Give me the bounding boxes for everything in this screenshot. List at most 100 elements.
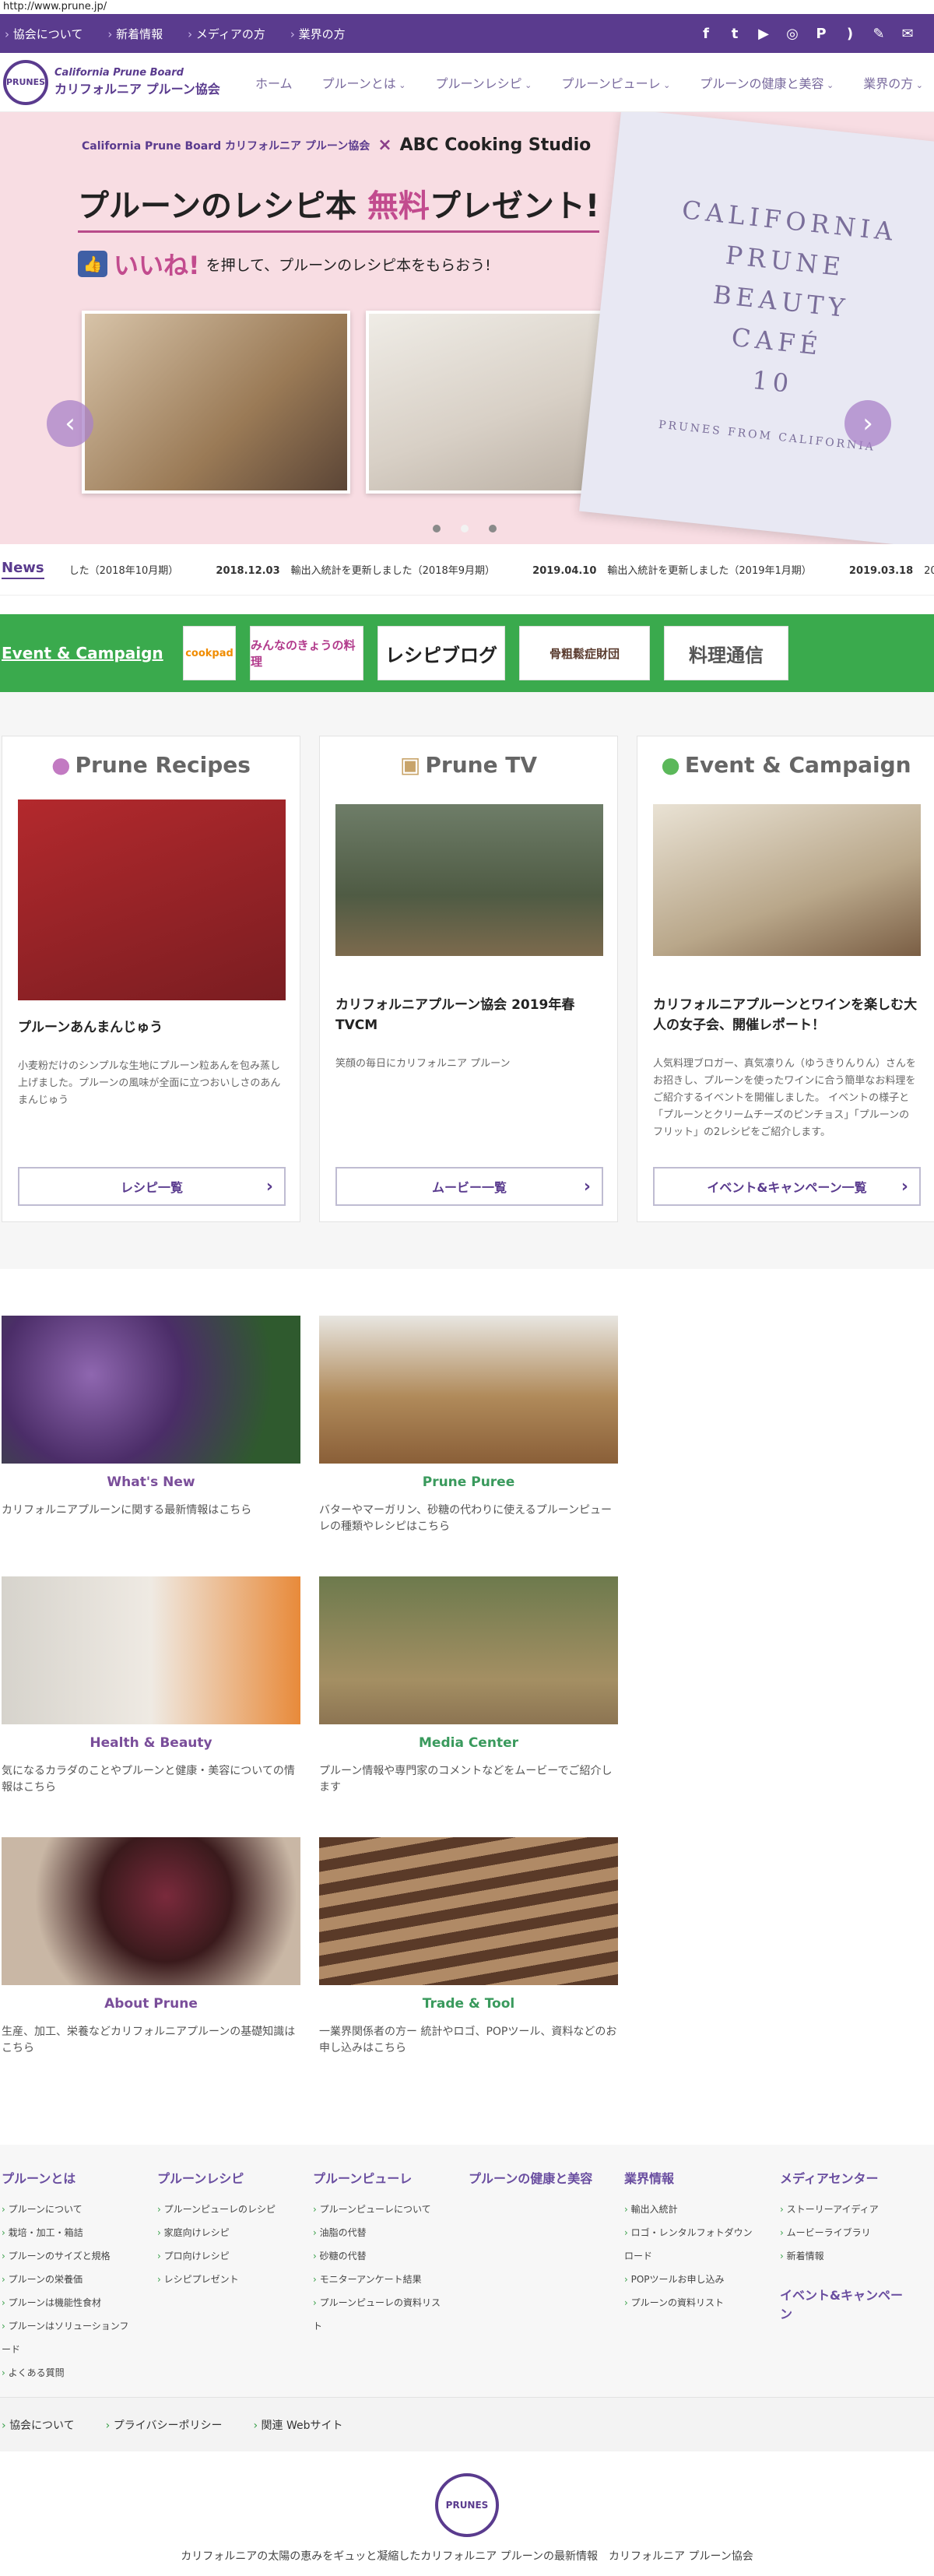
footer-link[interactable]: 油脂の代替 <box>313 2221 445 2244</box>
top-link-media[interactable]: メディアの方 <box>188 26 265 42</box>
footer-link[interactable]: ムービーライブラリ <box>780 2221 912 2244</box>
hero-carousel: California Prune Board カリフォルニア プルーン協会 × … <box>0 112 934 544</box>
site-logo[interactable]: PRUNES California Prune Board カリフォルニア プル… <box>0 59 234 105</box>
footer-logo[interactable]: PRUNES <box>435 2473 499 2537</box>
top-utility-bar: 協会について 新着情報 メディアの方 業界の方 f t ▶ ◎ P ) ✎ ✉ <box>0 14 934 53</box>
topic-title[interactable]: Prune Puree <box>319 1474 618 1490</box>
footer-col-heading[interactable]: プルーンレシピ <box>157 2168 290 2187</box>
topic-title[interactable]: Health & Beauty <box>2 1735 300 1751</box>
topic-whats-new[interactable]: What's New カリフォルニアプルーンに関する最新情報はこちら <box>2 1316 300 1576</box>
footer-col-heading[interactable]: プルーンとは <box>2 2168 134 2187</box>
facebook-icon[interactable]: f <box>697 24 715 43</box>
recipe-photo[interactable] <box>18 800 286 1000</box>
carousel-prev-button[interactable]: ‹ <box>47 400 93 447</box>
recipe-list-button[interactable]: レシピ一覧 <box>18 1167 286 1206</box>
footer-link[interactable]: 栽培・加工・箱詰 <box>2 2221 134 2244</box>
pen-icon[interactable]: ✎ <box>869 24 888 43</box>
footer-link[interactable]: プルーンはソリューションフード <box>2 2314 134 2361</box>
news-item[interactable]: 2019.04.10 輸出入統計を更新しました（2019年1月期） <box>532 565 829 577</box>
carousel-dot-3[interactable] <box>489 525 497 532</box>
card-heading[interactable]: カリフォルニアプルーン協会 2019年春TVCM <box>335 995 602 1035</box>
partner-kyounoryouri[interactable]: みんなのきょうの料理 <box>250 626 363 680</box>
partner-recipe-blog[interactable]: レシピブログ <box>377 626 505 680</box>
card-heading[interactable]: カリフォルニアプルーンとワインを楽しむ大人の女子会、開催レポート！ <box>653 995 919 1035</box>
footer-link[interactable]: プルーンについて <box>2 2198 134 2221</box>
pinterest-icon[interactable]: P <box>812 24 830 43</box>
topic-title[interactable]: What's New <box>2 1474 300 1490</box>
partner-cookpad[interactable]: cookpad <box>183 626 236 680</box>
news-item[interactable]: 2019.03.182019年 春の平 <box>849 565 934 577</box>
card-desc: 笑顔の毎日にカリフォルニア プルーン <box>335 1058 511 1070</box>
topic-title[interactable]: About Prune <box>2 1996 300 2012</box>
topic-desc: プルーン情報や専門家のコメントなどをムービーでご紹介します <box>319 1765 613 1794</box>
topic-trade-tool[interactable]: Trade & Tool 一業界関係者の方ー 統計やロゴ、POPツール、資料など… <box>319 1837 618 2098</box>
nav-puree[interactable]: プルーンピューレ <box>561 73 670 92</box>
footer-col-heading[interactable]: プルーンピューレ <box>313 2168 445 2187</box>
carousel-next-button[interactable]: › <box>844 400 891 447</box>
footer-link-about[interactable]: 協会について <box>2 2417 75 2433</box>
topic-health-beauty[interactable]: Health & Beauty 気になるカラダのことやプルーンと健康・美容につい… <box>2 1576 300 1837</box>
hero-photo-bruschetta <box>82 311 350 494</box>
footer-link[interactable]: プルーンピューレの資料リスト <box>313 2291 445 2338</box>
topic-media-center[interactable]: Media Center プルーン情報や専門家のコメントなどをムービーでご紹介し… <box>319 1576 618 1837</box>
topic-prune-puree[interactable]: Prune Puree バターやマーガリン、砂糖の代わりに使えるプルーンピューレ… <box>319 1316 618 1576</box>
footer-link[interactable]: ストーリーアイディア <box>780 2198 912 2221</box>
footer-link[interactable]: モニターアンケート結果 <box>313 2268 445 2291</box>
footer-link[interactable]: よくある質問 <box>2 2361 134 2384</box>
hero-sub-text: を押して、プルーンのレシピ本をもらおう! <box>205 256 491 274</box>
footer-link[interactable]: 砂糖の代替 <box>313 2244 445 2268</box>
footer-link[interactable]: ロゴ・レンタルフォトダウンロード <box>624 2221 757 2268</box>
topic-title[interactable]: Trade & Tool <box>319 1996 618 2012</box>
top-link-about[interactable]: 協会について <box>5 26 83 42</box>
mail-icon[interactable]: ✉ <box>898 24 917 43</box>
topic-title[interactable]: Media Center <box>319 1735 618 1751</box>
event-photo[interactable] <box>653 804 921 956</box>
footer-col-heading[interactable]: メディアセンター <box>780 2168 912 2187</box>
footer-link[interactable]: 新着情報 <box>780 2244 912 2268</box>
nav-industry[interactable]: 業界の方 <box>863 73 923 92</box>
footer-link-privacy[interactable]: プライバシーポリシー <box>106 2417 223 2433</box>
carousel-dot-2[interactable] <box>461 525 469 532</box>
rss-icon[interactable]: ) <box>841 24 859 43</box>
footer-link[interactable]: 家庭向けレシピ <box>157 2221 290 2244</box>
footer-col-heading[interactable]: イベント&キャンペーン <box>780 2285 912 2322</box>
footer-link[interactable]: 輸出入統計 <box>624 2198 757 2221</box>
card-title: ● Prune Recipes <box>51 752 251 778</box>
news-item[interactable]: 2018.12.03 輸出入統計を更新しました（2018年9月期） <box>216 565 512 577</box>
footer-link[interactable]: プルーンは機能性食材 <box>2 2291 134 2314</box>
instagram-icon[interactable]: ◎ <box>783 24 802 43</box>
footer-link[interactable]: レシピプレゼント <box>157 2268 290 2291</box>
footer-link[interactable]: プルーンピューレについて <box>313 2198 445 2221</box>
twitter-icon[interactable]: t <box>725 24 744 43</box>
top-link-news[interactable]: 新着情報 <box>107 26 163 42</box>
top-link-industry[interactable]: 業界の方 <box>290 26 346 42</box>
footer-col-heading[interactable]: プルーンの健康と美容 <box>469 2168 601 2187</box>
footer-col-heading[interactable]: 業界情報 <box>624 2168 757 2187</box>
footer-link[interactable]: プルーンの栄養価 <box>2 2268 134 2291</box>
like-word: いいね! <box>114 251 200 280</box>
footer-link[interactable]: プルーンの資料リスト <box>624 2291 757 2314</box>
card-desc: 人気料理ブロガー、真気凛りん（ゆうきりんりん）さんをお招きし、プルーンを使ったワ… <box>653 1058 916 1138</box>
partner-ryouri-tsushin[interactable]: 料理通信 <box>664 626 788 680</box>
carousel-dot-1[interactable] <box>433 525 441 532</box>
event-campaign-link[interactable]: Event & Campaign <box>0 644 183 662</box>
nav-health-beauty[interactable]: プルーンの健康と美容 <box>700 73 834 92</box>
partner-osteoporosis-foundation[interactable]: 骨粗鬆症財団 <box>519 626 650 680</box>
nav-about-prune[interactable]: プルーンとは <box>322 73 406 92</box>
nav-home[interactable]: ホーム <box>255 73 293 92</box>
footer-link[interactable]: プルーンピューレのレシピ <box>157 2198 290 2221</box>
youtube-icon[interactable]: ▶ <box>754 24 773 43</box>
topic-about-prune[interactable]: About Prune 生産、加工、栄養などカリフォルニアプルーンの基礎知識はこ… <box>2 1837 300 2098</box>
event-list-button[interactable]: イベント&キャンペーン一覧 <box>653 1167 921 1206</box>
movie-list-button[interactable]: ムービー一覧 <box>335 1167 603 1206</box>
news-label[interactable]: News <box>2 560 44 579</box>
tv-icon: ▣ <box>399 752 421 778</box>
footer-link[interactable]: プルーンのサイズと規格 <box>2 2244 134 2268</box>
footer-link-related[interactable]: 関連 Webサイト <box>253 2417 343 2433</box>
footer-link[interactable]: プロ向けレシピ <box>157 2244 290 2268</box>
card-heading[interactable]: プルーンあんまんじゅう <box>18 1017 284 1038</box>
news-item[interactable]: した（2018年10月期） <box>58 565 196 577</box>
nav-recipes[interactable]: プルーンレシピ <box>435 73 532 92</box>
tv-video-thumbnail[interactable] <box>335 804 603 956</box>
footer-link[interactable]: POPツールお申し込み <box>624 2268 757 2291</box>
